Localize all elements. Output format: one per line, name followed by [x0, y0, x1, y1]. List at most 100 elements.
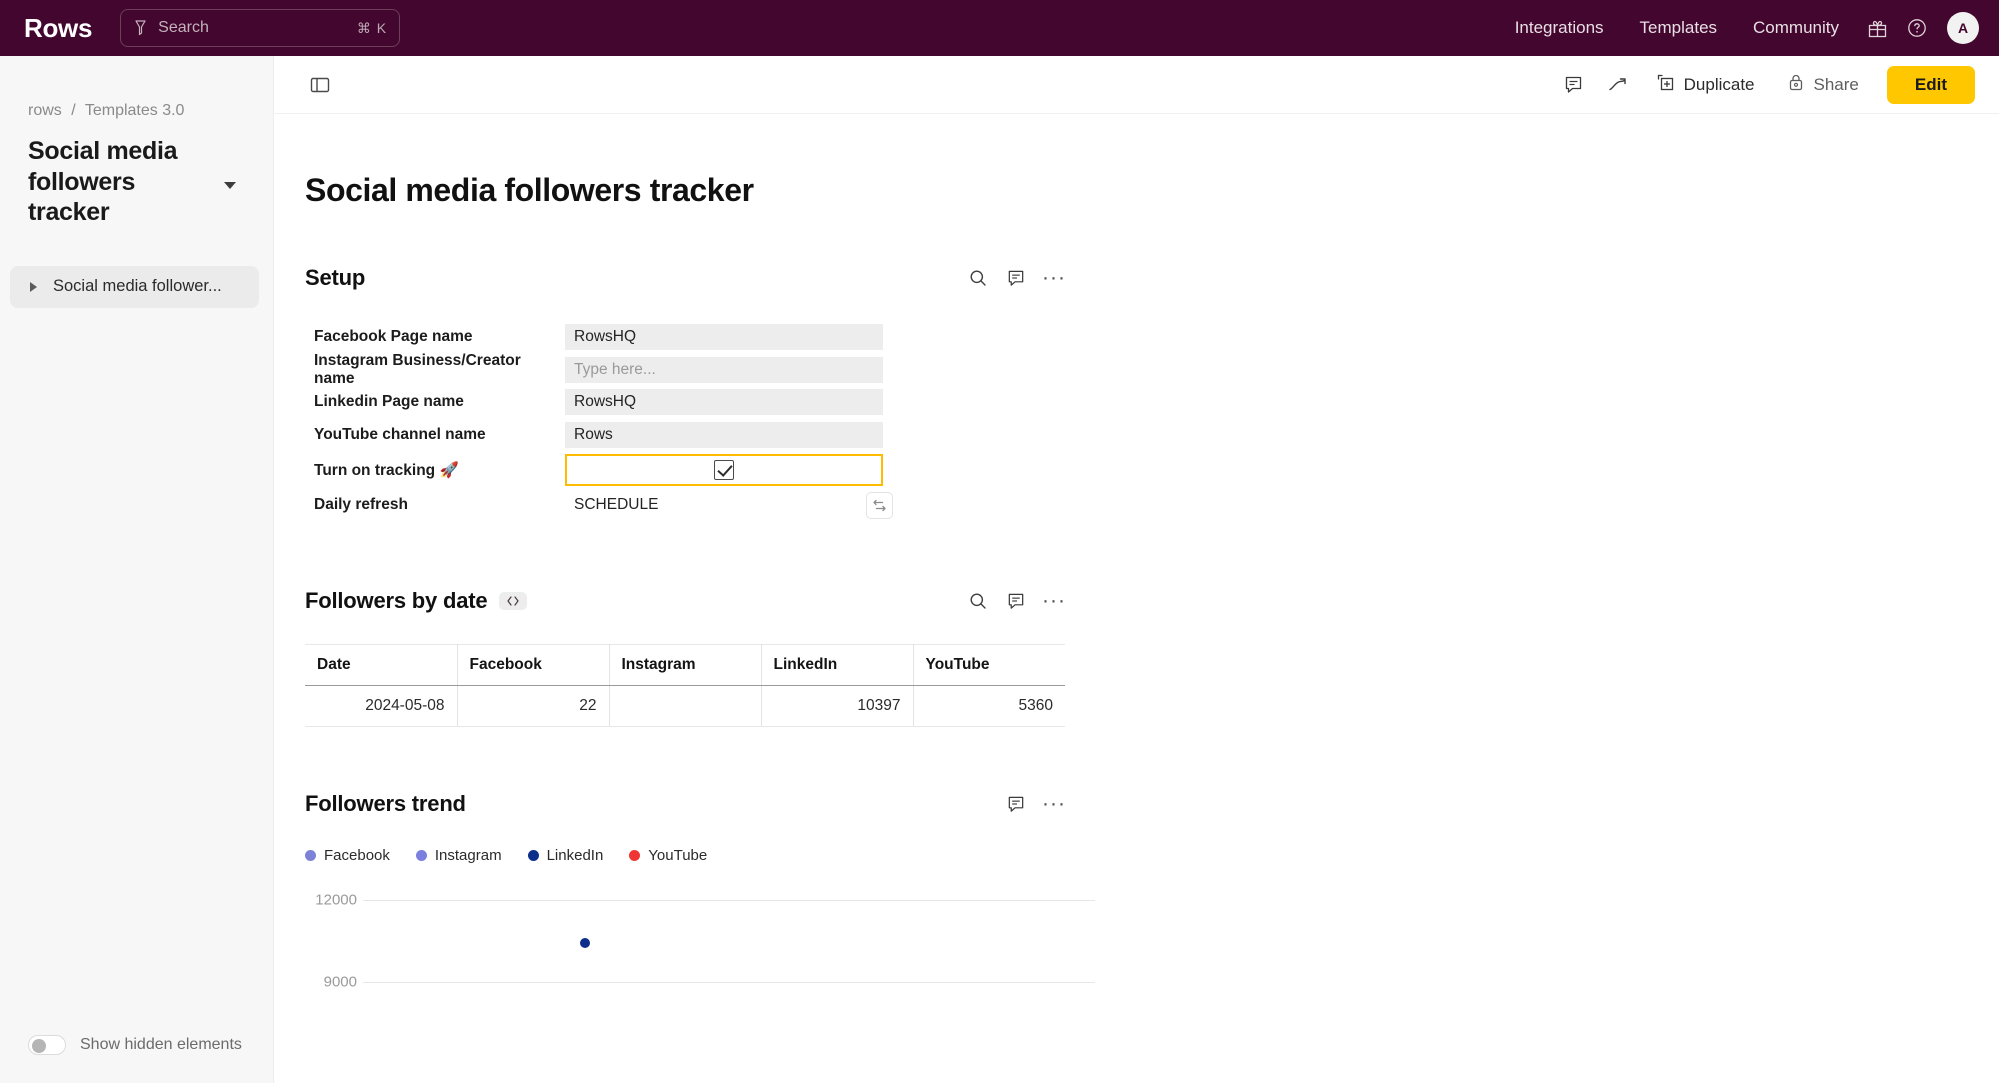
help-circle-icon[interactable] [1897, 8, 1937, 48]
followers-trend-actions: ··· [1005, 793, 1065, 815]
y-tick-9000: 9000 [323, 973, 357, 990]
show-hidden-elements-label: Show hidden elements [80, 1036, 242, 1053]
linkedin-page-name-field[interactable]: RowsHQ [565, 389, 883, 416]
document-title-row: Social media followers tracker [0, 120, 273, 228]
column-header-date[interactable]: Date [305, 643, 458, 686]
form-row-youtube: YouTube channel name Rows [305, 419, 1065, 452]
sidebar-item-social-media-followers[interactable]: Social media follower... [10, 265, 259, 308]
followers-trend-header: Followers trend ··· [305, 787, 1065, 821]
sidebar-item-label: Social media follower... [53, 277, 222, 295]
more-dots-icon[interactable]: ··· [1042, 590, 1065, 612]
refresh-icon[interactable] [866, 491, 893, 519]
cell-date[interactable]: 2024-05-08 [305, 685, 458, 727]
sidebar: rows / Templates 3.0 Social media follow… [0, 56, 274, 1083]
form-row-instagram: Instagram Business/Creator name Type her… [305, 352, 1065, 387]
youtube-channel-name-field[interactable]: Rows [565, 421, 883, 448]
trend-up-icon[interactable] [1596, 65, 1640, 105]
search-input[interactable]: Search ⌘ K [120, 9, 401, 47]
search-icon[interactable] [967, 267, 989, 289]
form-row-facebook: Facebook Page name RowsHQ [305, 321, 1065, 354]
share-button[interactable]: Share [1771, 65, 1875, 105]
comment-icon[interactable] [1552, 65, 1596, 105]
sidebar-panel-icon[interactable] [309, 74, 331, 96]
column-header-facebook[interactable]: Facebook [457, 643, 610, 686]
column-header-instagram[interactable]: Instagram [609, 643, 762, 686]
daily-refresh-label: Daily refresh [314, 496, 408, 514]
turn-on-tracking-label: Turn on tracking 🚀 [314, 461, 459, 479]
nav-integrations[interactable]: Integrations [1497, 0, 1622, 56]
youtube-channel-name-label: YouTube channel name [314, 425, 486, 443]
nav-community[interactable]: Community [1735, 0, 1857, 56]
more-dots-icon[interactable]: ··· [1042, 267, 1065, 289]
more-dots-icon[interactable]: ··· [1042, 793, 1065, 815]
legend-item-linkedin[interactable]: LinkedIn [527, 846, 604, 864]
followers-trend-title: Followers trend [305, 790, 466, 816]
toggle-knob [32, 1039, 46, 1053]
form-row-tracking: Turn on tracking 🚀 [305, 451, 1065, 489]
search-shortcut: ⌘ K [356, 19, 388, 36]
comment-icon[interactable] [1005, 267, 1027, 289]
toolbar-actions: Duplicate Share Edit [1552, 65, 1975, 105]
gift-icon[interactable] [1857, 8, 1897, 48]
legend-label-linkedin: LinkedIn [546, 846, 604, 864]
section-followers-by-date: Followers by date ··· Date Facebook Inst… [305, 584, 1065, 727]
search-icon [133, 20, 148, 36]
breadcrumb-workspace[interactable]: rows [28, 102, 62, 119]
breadcrumb-separator: / [71, 102, 76, 119]
legend-dot-instagram [415, 849, 427, 861]
tracking-checkbox[interactable] [714, 460, 734, 480]
breadcrumb: rows / Templates 3.0 [0, 56, 273, 120]
breadcrumb-folder[interactable]: Templates 3.0 [85, 102, 185, 119]
code-badge-icon[interactable] [499, 591, 528, 610]
comment-icon[interactable] [1005, 793, 1027, 815]
table-row: 2024-05-08 22 10397 5360 [305, 685, 1065, 727]
facebook-page-name-label: Facebook Page name [314, 328, 473, 346]
facebook-page-name-field[interactable]: RowsHQ [565, 324, 883, 351]
chevron-down-icon[interactable] [224, 182, 236, 189]
edit-button[interactable]: Edit [1886, 65, 1975, 104]
duplicate-icon [1656, 73, 1675, 97]
comment-icon[interactable] [1005, 590, 1027, 612]
page-title: Social media followers tracker [28, 137, 178, 226]
form-row-linkedin: Linkedin Page name RowsHQ [305, 386, 1065, 419]
setup-form: Facebook Page name RowsHQ Instagram Busi… [305, 321, 1065, 522]
document-toolbar: Duplicate Share Edit [274, 56, 1999, 114]
column-header-youtube[interactable]: YouTube [913, 643, 1065, 686]
cell-linkedin[interactable]: 10397 [761, 685, 914, 727]
setup-title: Setup [305, 265, 366, 290]
show-hidden-elements-toggle[interactable]: Show hidden elements [28, 1035, 242, 1055]
legend-item-facebook[interactable]: Facebook [305, 847, 390, 864]
duplicate-button[interactable]: Duplicate [1640, 65, 1771, 105]
cell-youtube[interactable]: 5360 [913, 685, 1065, 727]
legend-label-youtube: YouTube [648, 846, 708, 864]
followers-by-date-actions: ··· [967, 590, 1065, 612]
toggle-switch[interactable] [28, 1035, 66, 1055]
table-header-row: Date Facebook Instagram LinkedIn YouTube [305, 643, 1065, 686]
legend-item-instagram[interactable]: Instagram [415, 847, 502, 864]
avatar[interactable]: A [1947, 12, 1979, 44]
rows-logo[interactable]: Rows [24, 13, 92, 44]
gridline-9000 [363, 981, 1095, 983]
duplicate-label: Duplicate [1683, 74, 1755, 94]
cell-facebook[interactable]: 22 [457, 685, 610, 727]
chart-legend: Facebook Instagram LinkedIn YouTube [305, 847, 1105, 864]
legend-item-youtube[interactable]: YouTube [629, 847, 707, 864]
triangle-right-icon[interactable] [30, 281, 37, 292]
form-row-daily-refresh: Daily refresh SCHEDULE [305, 489, 1065, 522]
setup-section-header: Setup ··· [305, 261, 1065, 295]
instagram-name-field[interactable]: Type here... [565, 356, 883, 383]
followers-by-date-title: Followers by date [305, 587, 488, 613]
setup-actions: ··· [967, 267, 1065, 289]
legend-dot-facebook [305, 849, 316, 861]
turn-on-tracking-cell[interactable] [565, 454, 883, 486]
cell-instagram[interactable] [609, 685, 762, 727]
column-header-linkedin[interactable]: LinkedIn [761, 643, 914, 686]
document-heading: Social media followers tracker [305, 172, 754, 208]
data-point-linkedin[interactable] [580, 937, 590, 948]
share-label: Share [1813, 74, 1859, 94]
followers-by-date-table: Date Facebook Instagram LinkedIn YouTube… [305, 643, 1065, 727]
search-icon[interactable] [967, 590, 989, 612]
daily-refresh-value: SCHEDULE [574, 496, 659, 514]
top-nav-links: Integrations Templates Community A [1497, 0, 1979, 56]
nav-templates[interactable]: Templates [1622, 0, 1735, 56]
